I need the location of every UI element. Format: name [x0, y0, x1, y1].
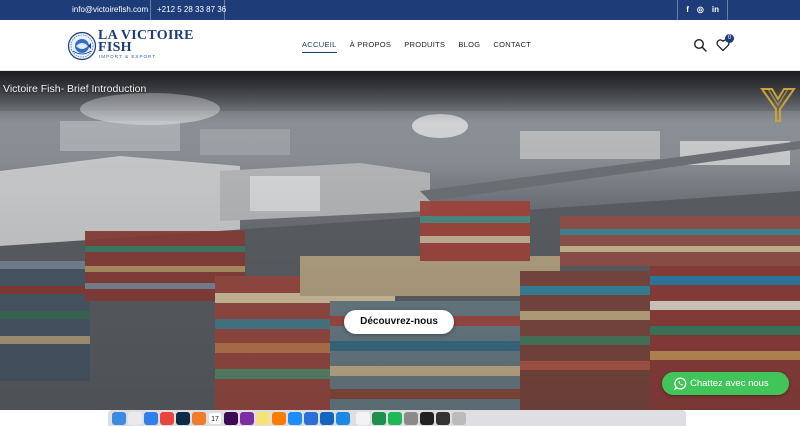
launchpad-icon[interactable]	[128, 411, 142, 425]
appstore-icon[interactable]	[288, 411, 302, 425]
video-title[interactable]: Victoire Fish- Brief Introduction	[3, 83, 146, 95]
whatsapp-icon	[674, 377, 687, 390]
hero-video[interactable]: Victoire Fish- Brief Introduction Découv…	[0, 71, 800, 410]
textedit-icon[interactable]	[356, 411, 370, 425]
terminal-icon[interactable]	[420, 411, 434, 425]
premiere-icon[interactable]	[224, 411, 238, 425]
spotify-icon[interactable]	[388, 411, 402, 425]
search-icon[interactable]	[693, 38, 707, 52]
finder-icon[interactable]	[112, 411, 126, 425]
divider	[224, 0, 225, 20]
instagram-icon[interactable]: ◎	[697, 0, 704, 20]
port-containers-scene	[0, 71, 800, 410]
nav-item-blog[interactable]: BLOG	[458, 40, 480, 52]
discover-button[interactable]: Découvrez-nous	[344, 310, 454, 334]
settings-icon[interactable]	[404, 411, 418, 425]
channel-logo-icon[interactable]	[758, 83, 798, 123]
logo-name-line2: FISH	[98, 40, 132, 55]
main-nav: ACCUEIL À PROPOS PRODUITS BLOG CONTACT	[302, 40, 544, 53]
social-links: f ◎ in	[677, 0, 728, 20]
wishlist-count-badge: 0	[725, 34, 734, 43]
globe-fish-emblem-icon	[67, 31, 97, 61]
chrome-icon[interactable]	[160, 411, 174, 425]
trash-icon[interactable]	[452, 411, 466, 425]
linkedin-icon[interactable]: in	[712, 0, 719, 20]
outlook-icon[interactable]	[320, 411, 334, 425]
safari-icon[interactable]	[144, 411, 158, 425]
nav-item-contact[interactable]: CONTACT	[493, 40, 531, 52]
notes-icon[interactable]	[256, 411, 270, 425]
activity-icon[interactable]	[436, 411, 450, 425]
whatsapp-chat-button[interactable]: Chattez avec nous	[662, 372, 789, 395]
onenote-icon[interactable]	[240, 411, 254, 425]
email-link[interactable]: info@victoirefish.com	[66, 0, 154, 20]
calendar-icon[interactable]: 17	[208, 411, 222, 425]
photoshop-icon[interactable]	[176, 411, 190, 425]
site-logo[interactable]: LA VICTOIRE FISH IMPORT & EXPORT	[67, 29, 198, 62]
nav-item-a-propos[interactable]: À PROPOS	[350, 40, 392, 52]
vscode-icon[interactable]	[336, 411, 350, 425]
nav-item-produits[interactable]: PRODUITS	[404, 40, 445, 52]
chat-label: Chattez avec nous	[690, 378, 769, 389]
phone-link[interactable]: +212 5 28 33 87 36	[150, 0, 232, 20]
vpn-icon[interactable]	[304, 411, 318, 425]
logo-text: LA VICTOIRE FISH	[98, 29, 198, 55]
excel-icon[interactable]	[372, 411, 386, 425]
facebook-icon[interactable]: f	[686, 0, 689, 20]
macos-dock: 17	[108, 410, 686, 426]
top-contact-bar: info@victoirefish.com +212 5 28 33 87 36…	[0, 0, 800, 20]
nav-item-accueil[interactable]: ACCUEIL	[302, 40, 337, 53]
logo-tagline: IMPORT & EXPORT	[99, 54, 157, 59]
site-header: LA VICTOIRE FISH IMPORT & EXPORT ACCUEIL…	[0, 20, 800, 71]
firefox-icon[interactable]	[192, 411, 206, 425]
illustrator-icon[interactable]	[272, 411, 286, 425]
